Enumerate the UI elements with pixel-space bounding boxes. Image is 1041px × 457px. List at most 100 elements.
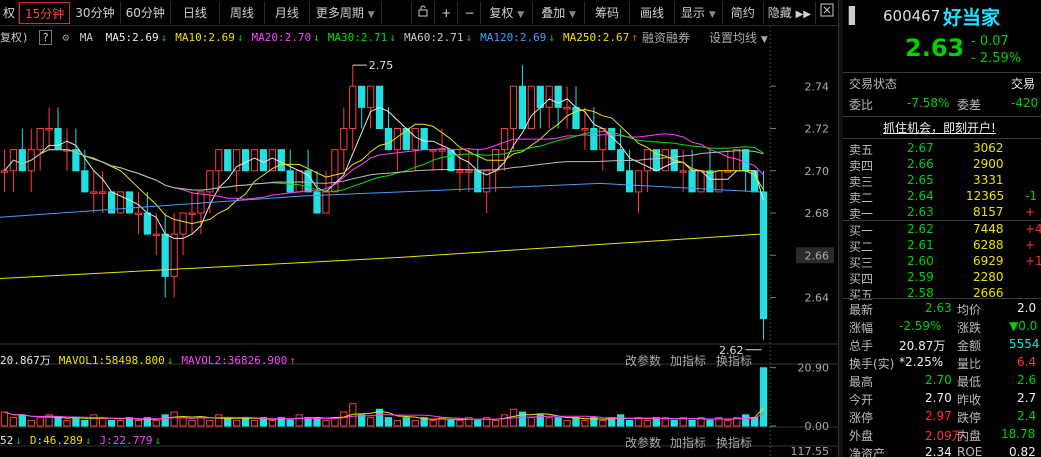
tab-15min[interactable]: 15分钟 bbox=[19, 1, 71, 24]
bid-level[interactable]: 买四 2.59 2280 bbox=[843, 270, 1041, 287]
hide-menu[interactable]: 隐藏 ▶▶ bbox=[764, 1, 816, 24]
volume-bar bbox=[340, 411, 348, 427]
bid-level[interactable]: 买三 2.60 6929 +1 bbox=[843, 254, 1041, 271]
simple-mode-button[interactable]: 简约 bbox=[723, 1, 764, 24]
volume-legend: 20.867万 MAVOL1:58498.800 ↓ MAVOL2:36826.900… bbox=[0, 352, 304, 368]
candle-down bbox=[224, 149, 232, 172]
overlay-menu[interactable]: 叠加 ▼ bbox=[533, 1, 585, 24]
stat-label: 均价 bbox=[957, 303, 982, 317]
ask-level[interactable]: 卖五 2.67 3062 bbox=[843, 141, 1041, 158]
display-menu[interactable]: 显示 ▼ bbox=[675, 1, 723, 24]
level-label: 买四 bbox=[849, 272, 874, 286]
tab-30min[interactable]: 30分钟 bbox=[70, 1, 121, 24]
arrow-down-icon: ↓ bbox=[548, 31, 556, 44]
ma-settings-icon[interactable]: ⚙ bbox=[63, 31, 70, 44]
stat-label: 最高 bbox=[849, 375, 874, 389]
tab-monthly[interactable]: 月线 bbox=[265, 1, 310, 24]
level-diff: + bbox=[1025, 205, 1036, 219]
fullscreen-icon[interactable] bbox=[816, 2, 838, 24]
bid-level[interactable]: 买一 2.62 7448 +4 bbox=[843, 222, 1041, 239]
separator bbox=[843, 298, 1041, 299]
vol-switch-indicator-link[interactable]: 换指标 bbox=[716, 352, 752, 369]
margin-trading-link[interactable]: 融资融券 bbox=[642, 29, 690, 46]
stat-value: 5554 bbox=[1009, 337, 1040, 351]
level-volume: 3062 bbox=[973, 141, 1004, 155]
level-label: 买一 bbox=[849, 224, 874, 238]
kline-chart-svg[interactable]: 2.742.722.702.682.662.642.752.6220.900.0… bbox=[0, 26, 838, 457]
volume-bar bbox=[224, 417, 232, 427]
help-icon[interactable]: ? bbox=[39, 30, 52, 45]
draw-line-button[interactable]: 画线 bbox=[630, 1, 675, 24]
volume-bar bbox=[402, 417, 410, 427]
stat-row: 最新 2.63 均价 2.0 bbox=[843, 301, 1041, 318]
zoom-in-icon[interactable]: + bbox=[435, 1, 459, 24]
separator bbox=[843, 220, 1041, 221]
order-ratio-row: 委比 -7.58% 委差 -420 bbox=[843, 96, 1041, 113]
level-price: 2.67 bbox=[907, 141, 934, 155]
bid-level[interactable]: 买二 2.61 6288 + bbox=[843, 238, 1041, 255]
rights-toggle[interactable]: 权 bbox=[0, 1, 20, 24]
volume-bar bbox=[179, 417, 187, 427]
volume-bar bbox=[599, 419, 607, 427]
volume-bar bbox=[233, 419, 241, 427]
promo-banner[interactable]: 抓住机会，即刻开户! bbox=[843, 119, 1041, 136]
chips-button[interactable]: 筹码 bbox=[585, 1, 630, 24]
candle-up bbox=[99, 191, 107, 194]
candle-down bbox=[536, 85, 544, 108]
tab-weekly[interactable]: 周线 bbox=[220, 1, 265, 24]
volume-bar bbox=[429, 419, 437, 427]
volume-bar bbox=[116, 419, 125, 427]
candle-up bbox=[215, 149, 223, 172]
volume-bar bbox=[527, 417, 535, 427]
stat-row: 最高 2.70 最低 2.6 bbox=[843, 373, 1041, 390]
kdj-edit-params-link[interactable]: 改参数 bbox=[625, 434, 661, 451]
level-label: 买三 bbox=[849, 256, 874, 270]
vol-item-0: 20.867万 bbox=[0, 354, 51, 367]
candle-up bbox=[411, 128, 419, 151]
volume-bar bbox=[9, 417, 18, 427]
separator bbox=[843, 72, 1041, 73]
candle-up bbox=[500, 128, 509, 151]
quote-panel: ▌ 600467 好当家 2.63 - 0.07 - 2.59% 交易状态 交易… bbox=[843, 0, 1041, 457]
double-chevron-right-icon: ▶▶ bbox=[795, 8, 811, 20]
arrow-down-icon: ↓ bbox=[154, 434, 162, 447]
kdj-add-indicator-link[interactable]: 加指标 bbox=[670, 434, 706, 451]
level-price: 2.63 bbox=[907, 205, 934, 219]
last-price: 2.63 bbox=[905, 34, 965, 62]
ask-level[interactable]: 卖三 2.65 3331 bbox=[843, 173, 1041, 190]
chevron-down-icon: ▼ bbox=[367, 9, 375, 20]
volume-bar bbox=[18, 414, 26, 427]
kdj-item-0: 52 ↓ bbox=[0, 434, 22, 447]
stat-label: 总手 bbox=[849, 339, 874, 353]
kdj-item-1: D:46.289 ↓ bbox=[30, 434, 92, 447]
vol-add-indicator-link[interactable]: 加指标 bbox=[670, 352, 706, 369]
ask-level[interactable]: 卖四 2.66 2900 bbox=[843, 157, 1041, 174]
vol-edit-params-link[interactable]: 改参数 bbox=[625, 352, 661, 369]
volume-bar bbox=[572, 417, 580, 427]
volume-bar bbox=[54, 417, 62, 427]
stat-label: 昨收 bbox=[957, 393, 982, 407]
more-periods-dropdown[interactable]: 更多周期 ▼ bbox=[310, 1, 382, 24]
menu-icon[interactable]: ▌ bbox=[849, 6, 861, 25]
arrow-down-icon: ↓ bbox=[313, 31, 320, 44]
volume-bar bbox=[99, 417, 107, 427]
ma-settings-dropdown[interactable]: 设置均线 ▼ bbox=[709, 29, 768, 46]
zoom-out-icon[interactable]: − bbox=[458, 1, 482, 24]
stat-value: 2.70 bbox=[925, 373, 952, 387]
vol-item-text: MAVOL2:36826.900 bbox=[181, 354, 288, 367]
ask-level[interactable]: 卖二 2.64 12365 -1 bbox=[843, 189, 1041, 206]
candle-down bbox=[286, 170, 294, 193]
tab-daily[interactable]: 日线 bbox=[171, 1, 220, 24]
volume-bar bbox=[554, 417, 562, 427]
tab-60min[interactable]: 60分钟 bbox=[121, 1, 171, 24]
weicha-value: -420 bbox=[1011, 96, 1039, 110]
ma-legend: 复权) ? ⚙ MA MA5:2.69 ↓ MA10:2.69 ↓ MA20:2.70 ↓… bbox=[0, 29, 646, 45]
stock-name[interactable]: 好当家 bbox=[943, 3, 1000, 30]
kdj-switch-indicator-link[interactable]: 换指标 bbox=[716, 434, 752, 451]
lock-icon[interactable] bbox=[412, 1, 436, 24]
rights-menu[interactable]: 复权 ▼ bbox=[481, 1, 534, 24]
volume-bar bbox=[474, 419, 482, 427]
stat-value: ▼0.0 bbox=[1009, 319, 1038, 333]
candle-down bbox=[241, 149, 250, 172]
ma-item-text: MA120:2.69 bbox=[480, 31, 547, 44]
